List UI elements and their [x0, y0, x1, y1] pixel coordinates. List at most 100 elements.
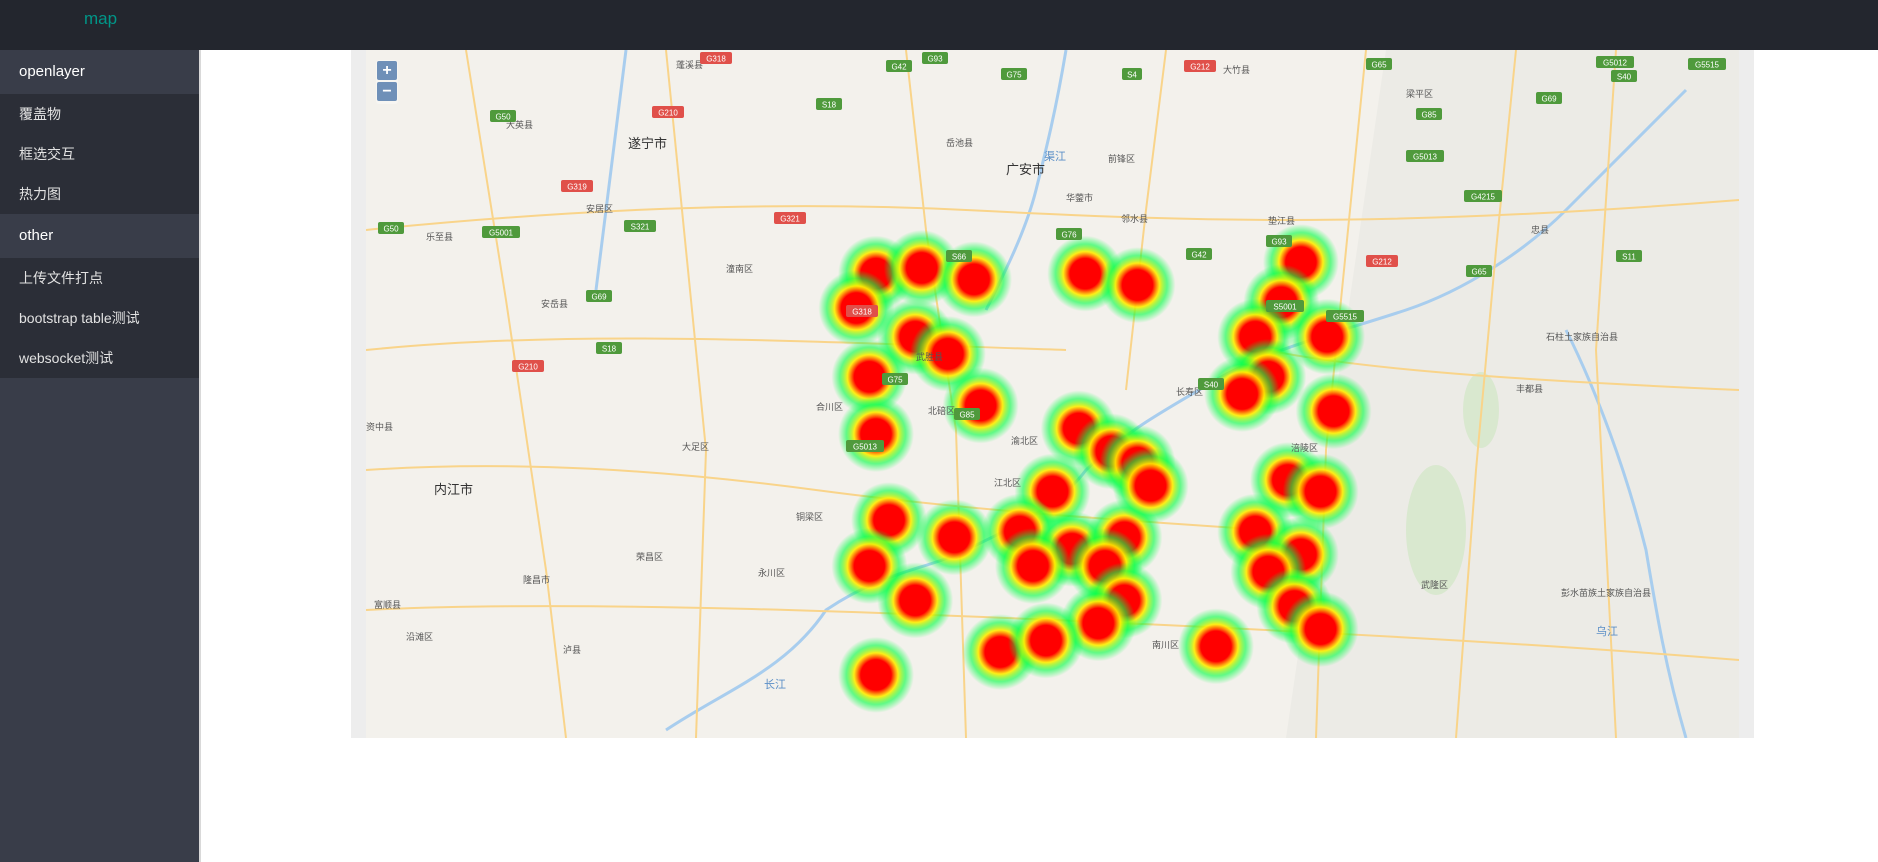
svg-text:G85: G85 [1421, 111, 1437, 120]
heat-point [1008, 602, 1084, 679]
road-shield: G69 [1536, 92, 1562, 104]
place-label: 渝北区 [1011, 435, 1038, 446]
heat-point [916, 499, 993, 576]
place-label: 梁平区 [1406, 88, 1433, 99]
svg-text:S5001: S5001 [1273, 303, 1297, 312]
place-label: 武胜县 [916, 351, 943, 362]
place-label: 永川区 [758, 567, 785, 578]
nav-section-openlayer[interactable]: openlayer [0, 50, 199, 94]
svg-text:S11: S11 [1622, 253, 1636, 262]
heat-point [1112, 447, 1189, 524]
river-label: 乌江 [1596, 624, 1618, 638]
road-shield: G210 [512, 360, 544, 372]
svg-text:G318: G318 [706, 55, 726, 64]
road-shield: G210 [652, 106, 684, 118]
road-shield: G76 [1056, 228, 1082, 240]
nav-item-upload-points[interactable]: 上传文件打点 [0, 258, 199, 298]
road-shield: G4215 [1464, 190, 1502, 202]
svg-text:G69: G69 [591, 293, 607, 302]
river-label: 长江 [764, 678, 786, 691]
road-shield: S4 [1122, 68, 1142, 80]
svg-text:G65: G65 [1371, 61, 1387, 70]
svg-text:G5515: G5515 [1333, 313, 1358, 322]
svg-text:G5515: G5515 [1695, 61, 1720, 70]
road-shield: G321 [774, 212, 806, 224]
road-shield: S11 [1616, 250, 1642, 262]
zoom-out-button[interactable]: − [377, 82, 397, 101]
svg-text:S18: S18 [602, 345, 617, 354]
svg-text:G42: G42 [1191, 251, 1207, 260]
road-shield: S40 [1198, 378, 1224, 390]
nav-group-openlayer: 覆盖物 框选交互 热力图 [0, 94, 199, 214]
place-label: 涪陵区 [1291, 442, 1318, 453]
place-label: 大竹县 [1223, 64, 1250, 75]
place-label: 资中县 [366, 421, 393, 432]
svg-text:G210: G210 [518, 363, 538, 372]
svg-text:G4215: G4215 [1471, 193, 1496, 202]
road-shield: G65 [1466, 265, 1492, 277]
place-label: 丰都县 [1516, 383, 1543, 394]
heat-point [838, 396, 914, 473]
road-shield: G75 [882, 373, 908, 385]
nav-item-bootstrap-table[interactable]: bootstrap table测试 [0, 298, 199, 338]
place-label: 垫江县 [1268, 215, 1295, 226]
map-canvas[interactable]: 遂宁市 广安市 内江市 蓬溪县 大英县 安居区 乐至县 安岳县 潼南区 岳池县 … [366, 50, 1739, 738]
place-label: 蓬溪县 [676, 59, 703, 70]
svg-text:G318: G318 [852, 308, 872, 317]
place-label: 富顺县 [374, 599, 401, 610]
place-label: 大足区 [682, 441, 709, 452]
river-label: 渠江 [1044, 150, 1066, 163]
svg-text:G5001: G5001 [489, 229, 514, 238]
road-shield: S66 [946, 250, 972, 262]
svg-text:G75: G75 [887, 376, 903, 385]
svg-text:G5013: G5013 [853, 443, 878, 452]
svg-text:G210: G210 [658, 109, 678, 118]
brand-logo-text[interactable]: map [84, 9, 117, 29]
road-shield: G65 [1366, 58, 1392, 70]
place-label: 华蓥市 [1066, 192, 1093, 203]
place-label: 前锋区 [1108, 153, 1135, 164]
road-shield: S321 [624, 220, 656, 232]
road-shield: G42 [1186, 248, 1212, 260]
road-shield: G42 [886, 60, 912, 72]
svg-text:G93: G93 [927, 55, 943, 64]
place-label: 石柱土家族自治县 [1546, 331, 1618, 342]
forest-area [1406, 465, 1466, 595]
city-label-neijiang: 内江市 [434, 482, 473, 497]
nav-item-heatmap[interactable]: 热力图 [0, 174, 199, 214]
road-shield: G5013 [1406, 150, 1444, 162]
city-label-suining: 遂宁市 [628, 136, 667, 151]
svg-text:S18: S18 [822, 101, 837, 110]
heat-point [1178, 608, 1254, 685]
svg-text:G69: G69 [1541, 95, 1557, 104]
heat-point [877, 562, 954, 639]
zoom-in-button[interactable]: + [377, 61, 397, 80]
nav-item-websocket[interactable]: websocket测试 [0, 338, 199, 378]
heat-point [1099, 247, 1176, 324]
road-shield: G212 [1184, 60, 1216, 72]
place-label: 邻水县 [1121, 213, 1148, 224]
nav-item-overlay[interactable]: 覆盖物 [0, 94, 199, 134]
svg-text:S40: S40 [1204, 381, 1219, 390]
heat-point [994, 528, 1071, 604]
place-label: 南川区 [1152, 639, 1179, 650]
nav-item-box-select[interactable]: 框选交互 [0, 134, 199, 174]
place-label: 合川区 [816, 401, 843, 412]
road-shield: G75 [1001, 68, 1027, 80]
road-shield: G50 [490, 110, 516, 122]
heat-point [1204, 356, 1281, 432]
svg-text:G321: G321 [780, 215, 800, 224]
road-shield: S18 [596, 342, 622, 354]
svg-text:G75: G75 [1006, 71, 1022, 80]
road-shield: G5001 [482, 226, 520, 238]
svg-text:G93: G93 [1271, 238, 1287, 247]
svg-text:G212: G212 [1372, 258, 1392, 267]
svg-text:S4: S4 [1127, 71, 1137, 80]
road-shield: G318 [700, 52, 732, 64]
nav-section-other[interactable]: other [0, 214, 199, 258]
heat-point [1282, 591, 1359, 668]
road-shield: G93 [922, 52, 948, 64]
svg-text:S321: S321 [631, 223, 650, 232]
road-shield: G85 [1416, 108, 1442, 120]
place-label: 隆昌市 [523, 574, 550, 585]
